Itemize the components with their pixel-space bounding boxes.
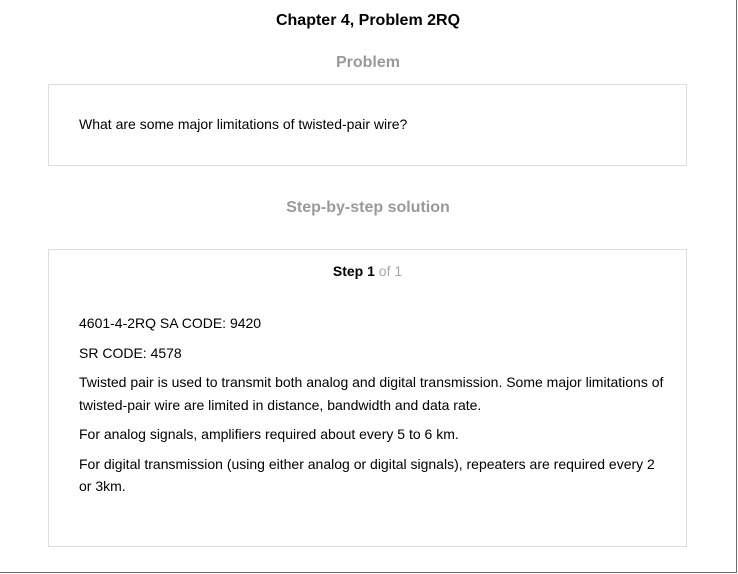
solution-paragraph: For digital transmission (using either a… bbox=[79, 455, 655, 495]
solution-body: 4601-4-2RQ SA CODE: 9420 SR CODE: 4578 T… bbox=[79, 312, 664, 505]
step-number: 1 bbox=[367, 263, 375, 279]
page: Chapter 4, Problem 2RQ Problem What are … bbox=[0, 0, 737, 573]
problem-text: What are some major limitations of twist… bbox=[79, 116, 408, 132]
step-total: of 1 bbox=[378, 263, 403, 279]
solution-paragraph: For analog signals, amplifiers required … bbox=[79, 426, 459, 442]
solution-paragraph: 4601-4-2RQ SA CODE: 9420 bbox=[79, 315, 262, 331]
page-title: Chapter 4, Problem 2RQ bbox=[275, 12, 461, 29]
solution-paragraph: SR CODE: 4578 bbox=[79, 344, 182, 361]
step-label: Step bbox=[332, 263, 364, 279]
solution-box: Step 1 of 1 4601-4-2RQ SA CODE: 9420 SR … bbox=[48, 249, 687, 547]
solution-paragraph: Twisted pair is used to transmit both an… bbox=[79, 374, 664, 413]
solution-heading: Step-by-step solution bbox=[286, 199, 450, 216]
problem-box: What are some major limitations of twist… bbox=[48, 84, 687, 166]
step-header: Step 1 of 1 bbox=[49, 263, 686, 279]
problem-heading: Problem bbox=[335, 54, 400, 71]
